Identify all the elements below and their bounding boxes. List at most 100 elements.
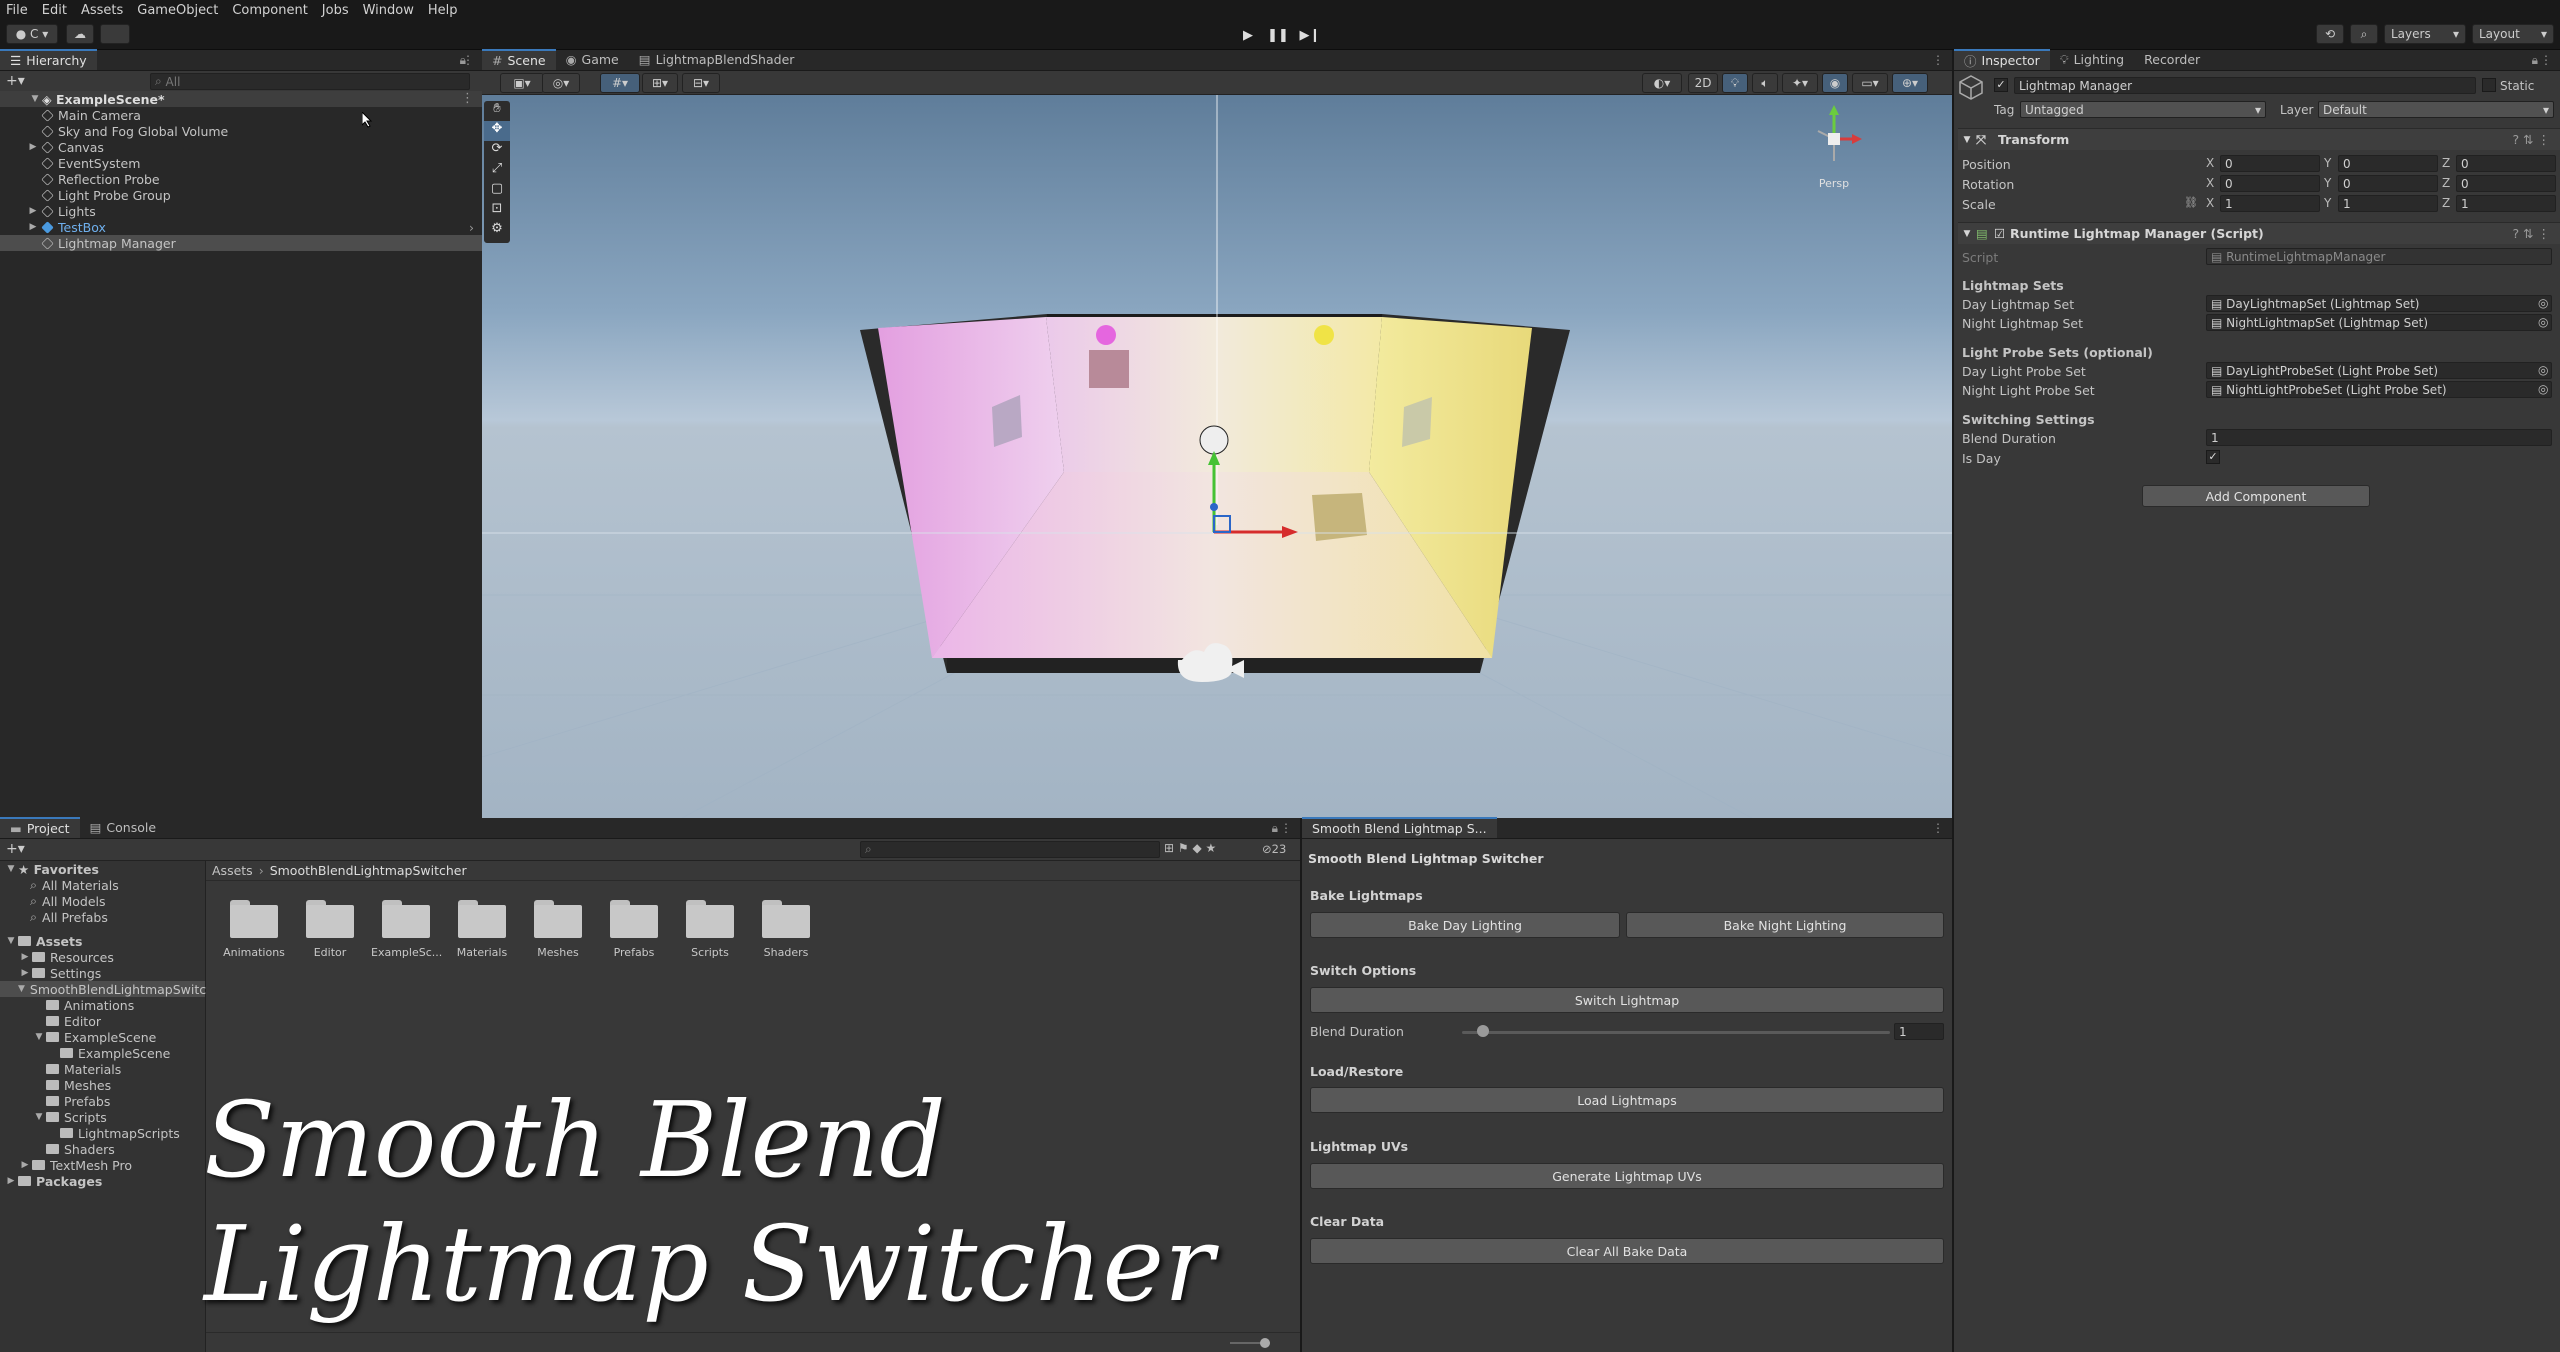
night-lightmap-field[interactable]: ▤ NightLightmapSet (Lightmap Set) xyxy=(2206,314,2552,331)
lighting-toggle[interactable]: 💡︎ xyxy=(1722,73,1748,93)
bake-day-button[interactable]: Bake Day Lighting xyxy=(1310,912,1620,938)
project-search-input[interactable]: ⌕ xyxy=(860,841,1160,858)
tree-folder[interactable]: Materials xyxy=(0,1061,205,1077)
transform-header[interactable]: ▼ ⤧ Transform? ⇅ ⋮ xyxy=(1958,128,2560,150)
tree-folder[interactable]: ▼ ExampleScene xyxy=(0,1029,205,1045)
expand-arrow-icon[interactable]: ▼ xyxy=(28,94,42,104)
transform-position-x-input[interactable]: 0 xyxy=(2220,155,2320,172)
transform-rotation-x-input[interactable]: 0 xyxy=(2220,175,2320,192)
expand-arrow-icon[interactable]: ▶ xyxy=(18,968,32,978)
rotate-tool-icon[interactable]: ⟳ xyxy=(484,141,510,161)
transform-scale-y-input[interactable]: 1 xyxy=(2338,195,2438,212)
hierarchy-search-input[interactable]: ⌕ All xyxy=(150,73,470,90)
axis-label[interactable]: X xyxy=(2206,156,2214,170)
axis-label[interactable]: Y xyxy=(2324,176,2331,190)
expand-arrow-icon[interactable]: ▼ xyxy=(1958,135,1976,145)
component-menu-icon[interactable]: ? ⇅ ⋮ xyxy=(2512,226,2550,241)
effects-dropdown[interactable]: ✦▾ xyxy=(1782,73,1818,93)
favorite-item[interactable]: ⌕ All Materials xyxy=(0,877,205,893)
menu-item-help[interactable]: Help xyxy=(428,3,458,18)
tab-smooth-blend[interactable]: Smooth Blend Lightmap S... xyxy=(1302,817,1497,838)
folder-item[interactable]: Shaders xyxy=(751,900,821,959)
render-mode-dropdown[interactable]: ◎▾ xyxy=(542,73,580,93)
blend-slider-track[interactable] xyxy=(1462,1031,1890,1034)
tree-folder[interactable]: Meshes xyxy=(0,1077,205,1093)
play-button[interactable]: ▶ xyxy=(1236,25,1260,45)
expand-arrow-icon[interactable]: ▼ xyxy=(1958,229,1976,239)
lock-icon[interactable]: 🔒︎ xyxy=(1272,821,1278,836)
tree-folder[interactable]: Editor xyxy=(0,1013,205,1029)
tag-dropdown[interactable]: Untagged ▾ xyxy=(2020,101,2266,118)
tab-hierarchy[interactable]: ☰ Hierarchy xyxy=(0,49,97,70)
step-button[interactable]: ▶❙ xyxy=(1298,25,1322,45)
slider-thumb[interactable] xyxy=(1260,1338,1270,1348)
component-menu-icon[interactable]: ? ⇅ ⋮ xyxy=(2512,132,2550,147)
draw-mode-dropdown[interactable]: ▣▾ xyxy=(500,73,544,93)
add-component-button[interactable]: Add Component xyxy=(2142,485,2370,507)
expand-arrow-icon[interactable]: ▼ xyxy=(18,984,25,994)
menu-item-jobs[interactable]: Jobs xyxy=(322,3,349,18)
axis-label[interactable]: X xyxy=(2206,196,2214,210)
expand-arrow-icon[interactable]: ▶ xyxy=(26,142,40,152)
enabled-checkbox[interactable]: ☑ xyxy=(1994,226,2010,241)
hierarchy-item[interactable]: Reflection Probe xyxy=(0,171,482,187)
folder-item[interactable]: Materials xyxy=(447,900,517,959)
tree-folder[interactable]: ExampleScene xyxy=(0,1045,205,1061)
hierarchy-item[interactable]: Light Probe Group xyxy=(0,187,482,203)
bake-night-button[interactable]: Bake Night Lighting xyxy=(1626,912,1944,938)
axis-label[interactable]: Y xyxy=(2324,196,2331,210)
axis-label[interactable]: Z xyxy=(2442,176,2450,190)
favorites-header[interactable]: ▼ ★ Favorites xyxy=(0,861,205,877)
blend-duration-input[interactable]: 1 xyxy=(2206,429,2552,446)
hierarchy-item[interactable]: Lightmap Manager xyxy=(0,235,482,251)
shading-dropdown[interactable]: ◐▾ xyxy=(1642,73,1682,93)
object-picker-icon[interactable]: ◎ xyxy=(2538,296,2548,310)
expand-arrow-icon[interactable]: ▼ xyxy=(32,1032,46,1042)
expand-arrow-icon[interactable]: ▼ xyxy=(32,1112,46,1122)
object-picker-icon[interactable]: ◎ xyxy=(2538,363,2548,377)
tab-lighting[interactable]: 💡︎ Lighting xyxy=(2050,49,2134,70)
search-button[interactable]: ⌕ xyxy=(2350,24,2378,44)
snap-toggle[interactable]: ⊞▾ xyxy=(642,73,678,93)
more-options-icon[interactable]: ⋮ xyxy=(1280,821,1292,835)
tree-folder[interactable]: ▶ Resources xyxy=(0,949,205,965)
cloud-button[interactable]: ☁ xyxy=(66,24,94,44)
create-asset-button[interactable]: +▾ xyxy=(6,841,25,857)
2d-toggle[interactable]: 2D xyxy=(1688,73,1718,93)
orientation-gizmo[interactable]: Persp xyxy=(1804,101,1864,221)
tree-folder[interactable]: ▶ Packages xyxy=(0,1173,205,1189)
expand-arrow-icon[interactable]: ▶ xyxy=(4,1176,18,1186)
more-options-icon[interactable]: ⋮ xyxy=(1932,53,1944,67)
menu-item-file[interactable]: File xyxy=(6,3,28,18)
rect-tool-icon[interactable]: ▢ xyxy=(484,181,510,201)
tree-folder[interactable]: Prefabs xyxy=(0,1093,205,1109)
custom-tool-icon[interactable]: ⚙︎ xyxy=(484,221,510,241)
collab-button[interactable] xyxy=(100,24,130,44)
tab-scene[interactable]: # Scene xyxy=(482,49,556,70)
breadcrumb-item[interactable]: SmoothBlendLightmapSwitcher xyxy=(270,863,467,878)
tab-game[interactable]: ◉ Game xyxy=(556,49,629,70)
increment-snap[interactable]: ⊟▾ xyxy=(682,73,720,93)
tree-folder[interactable]: ▼ SmoothBlendLightmapSwitc xyxy=(0,981,206,997)
object-picker-icon[interactable]: ◎ xyxy=(2538,315,2548,329)
axis-label[interactable]: Z xyxy=(2442,156,2450,170)
clear-bake-button[interactable]: Clear All Bake Data xyxy=(1310,1238,1944,1264)
tab-inspector[interactable]: ⓘ Inspector xyxy=(1954,49,2050,70)
axis-label[interactable]: Y xyxy=(2324,156,2331,170)
scene-row[interactable]: ▼ ◈ ExampleScene* ⋮ xyxy=(0,91,482,107)
menu-item-edit[interactable]: Edit xyxy=(42,3,67,18)
hierarchy-item[interactable]: ▶ Lights xyxy=(0,203,482,219)
menu-item-gameobject[interactable]: GameObject xyxy=(137,3,218,18)
hierarchy-item[interactable]: Main Camera xyxy=(0,107,482,123)
transform-rotation-z-input[interactable]: 0 xyxy=(2456,175,2556,192)
tab-lightmapblendshader[interactable]: ▤ LightmapBlendShader xyxy=(629,49,805,70)
pause-button[interactable]: ❚❚ xyxy=(1266,25,1290,45)
expand-arrow-icon[interactable]: ▼ xyxy=(4,936,18,946)
day-lightmap-field[interactable]: ▤ DayLightmapSet (Lightmap Set) xyxy=(2206,295,2552,312)
expand-arrow-icon[interactable]: ▶ xyxy=(26,222,40,232)
folder-item[interactable]: Prefabs xyxy=(599,900,669,959)
account-button[interactable]: ● C ▾ xyxy=(6,24,58,44)
transform-position-z-input[interactable]: 0 xyxy=(2456,155,2556,172)
tree-folder[interactable]: Animations xyxy=(0,997,205,1013)
favorite-item[interactable]: ⌕ All Prefabs xyxy=(0,909,205,925)
